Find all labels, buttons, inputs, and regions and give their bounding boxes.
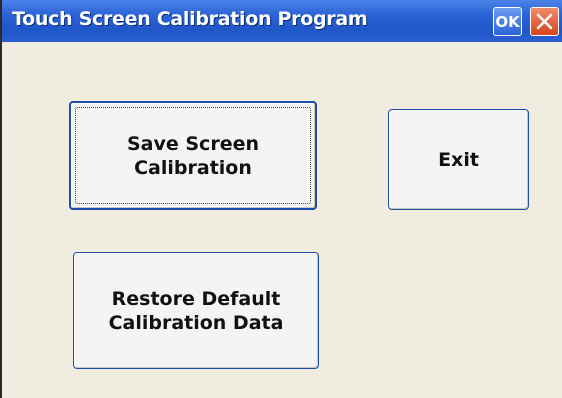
window-title: Touch Screen Calibration Program bbox=[12, 8, 368, 30]
save-screen-calibration-button[interactable]: Save Screen Calibration bbox=[69, 101, 317, 210]
restore-default-calibration-button[interactable]: Restore Default Calibration Data bbox=[73, 252, 319, 369]
close-button[interactable] bbox=[530, 7, 559, 36]
exit-button[interactable]: Exit bbox=[388, 109, 529, 210]
ok-button[interactable]: OK bbox=[493, 7, 522, 36]
title-bar[interactable]: Touch Screen Calibration Program OK bbox=[2, 0, 562, 42]
calibration-window: Touch Screen Calibration Program OK Save… bbox=[0, 0, 562, 398]
close-icon bbox=[536, 13, 553, 30]
